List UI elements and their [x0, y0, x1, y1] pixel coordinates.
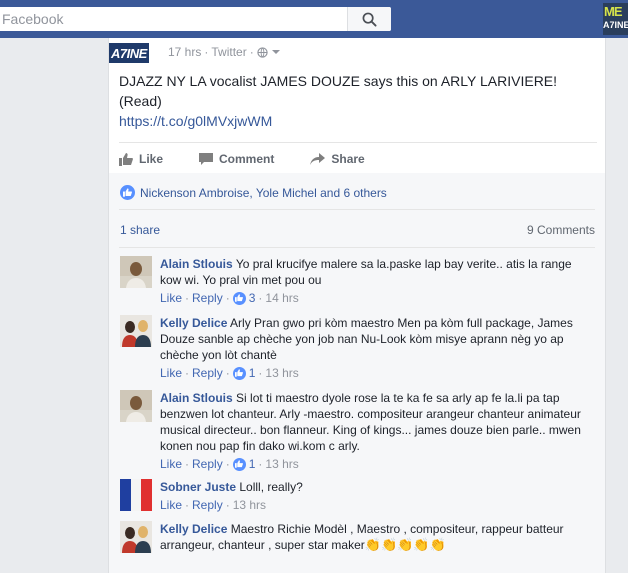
- like-button[interactable]: Like: [119, 148, 163, 170]
- thumbs-up-icon: [119, 152, 133, 166]
- share-button[interactable]: Share: [310, 148, 365, 170]
- comments-count[interactable]: 9 Comments: [527, 223, 595, 237]
- comment-like-link[interactable]: Like: [160, 290, 182, 306]
- like-reaction-icon: [232, 291, 246, 305]
- likes-summary[interactable]: Nickenson Ambroise, Yole Michel and 6 ot…: [120, 185, 387, 200]
- post-actions: Like Comment Share: [119, 148, 597, 170]
- comment-reply-link[interactable]: Reply: [192, 365, 223, 381]
- page-avatar-text: A7INE: [111, 46, 147, 61]
- separator: ·: [225, 457, 230, 471]
- search-input[interactable]: [0, 7, 345, 31]
- separator: ·: [258, 291, 263, 305]
- shares-link[interactable]: 1 share: [120, 223, 160, 237]
- post-time[interactable]: 17 hrs: [168, 45, 201, 59]
- comment-label: Comment: [219, 152, 275, 166]
- post-meta: 17 hrs · Twitter ·: [168, 45, 281, 59]
- comment-reply-link[interactable]: Reply: [192, 456, 223, 472]
- page-avatar[interactable]: A7INE: [109, 43, 149, 63]
- comment-reply-link[interactable]: Reply: [192, 290, 223, 306]
- post-source: Twitter: [211, 45, 247, 59]
- comments-section: Nickenson Ambroise, Yole Michel and 6 ot…: [109, 173, 605, 573]
- search-icon: [362, 12, 377, 27]
- post-link[interactable]: https://t.co/g0lMVxjwWM: [119, 111, 272, 131]
- avatar[interactable]: [120, 479, 152, 511]
- like-reaction-icon: [232, 366, 246, 380]
- separator: ·: [185, 498, 190, 512]
- comment-like-count[interactable]: 3: [249, 290, 256, 306]
- separator: ·: [225, 291, 230, 305]
- post-text: DJAZZ NY LA vocalist JAMES DOUZE says th…: [119, 73, 558, 109]
- commenter-name[interactable]: Sobner Juste: [160, 480, 236, 494]
- separator: ·: [258, 366, 263, 380]
- avatar[interactable]: [120, 390, 152, 422]
- separator: ·: [185, 457, 190, 471]
- meta-separator: ·: [249, 45, 254, 59]
- separator: ·: [225, 366, 230, 380]
- separator: ·: [185, 291, 190, 305]
- comment-like-link[interactable]: Like: [160, 497, 182, 513]
- like-label: Like: [139, 152, 164, 166]
- comment-text: Lolll, really?: [239, 480, 303, 494]
- comment-like-count[interactable]: 1: [249, 456, 256, 472]
- separator: ·: [258, 457, 263, 471]
- like-reaction-icon: [120, 185, 135, 200]
- comment-like-link[interactable]: Like: [160, 365, 182, 381]
- comment-time[interactable]: 13 hrs: [233, 497, 266, 513]
- commenter-name[interactable]: Alain Stlouis: [160, 391, 233, 405]
- divider: [119, 247, 595, 248]
- divider: [119, 142, 597, 143]
- globe-icon: [257, 46, 268, 58]
- share-label: Share: [331, 152, 365, 166]
- avatar[interactable]: [120, 256, 152, 288]
- comment-time[interactable]: 13 hrs: [265, 365, 298, 381]
- clapping-emoji: 👏👏👏👏👏: [364, 537, 446, 552]
- comment-time[interactable]: 14 hrs: [265, 290, 298, 306]
- side-logo-bottom-text: A7INE: [603, 20, 628, 30]
- search-button[interactable]: [347, 7, 391, 31]
- avatar[interactable]: [120, 315, 152, 347]
- divider: [119, 209, 595, 210]
- avatar[interactable]: [120, 521, 152, 553]
- comment-time[interactable]: 13 hrs: [265, 456, 298, 472]
- chevron-down-icon[interactable]: [271, 48, 281, 56]
- separator: ·: [225, 498, 230, 512]
- post-card: A7INE 17 hrs · Twitter · DJAZZ NY LA voc…: [108, 38, 606, 573]
- search-box[interactable]: [0, 7, 391, 31]
- likers-text: Nickenson Ambroise, Yole Michel and 6 ot…: [140, 185, 387, 200]
- commenter-name[interactable]: Alain Stlouis: [160, 257, 233, 271]
- commenter-name[interactable]: Kelly Delice: [160, 522, 227, 536]
- like-reaction-icon: [232, 457, 246, 471]
- share-icon: [310, 153, 326, 165]
- commenter-name[interactable]: Kelly Delice: [160, 316, 227, 330]
- meta-separator: ·: [204, 45, 209, 59]
- comment-reply-link[interactable]: Reply: [192, 497, 223, 513]
- comment-like-link[interactable]: Like: [160, 456, 182, 472]
- side-logo-top-text: ME: [604, 4, 622, 19]
- comment-button[interactable]: Comment: [199, 148, 274, 170]
- comment-icon: [199, 152, 214, 165]
- side-page-logo[interactable]: ME A7INE: [603, 3, 628, 35]
- comment-like-count[interactable]: 1: [249, 365, 256, 381]
- top-bar: ME A7INE: [0, 0, 628, 38]
- separator: ·: [185, 366, 190, 380]
